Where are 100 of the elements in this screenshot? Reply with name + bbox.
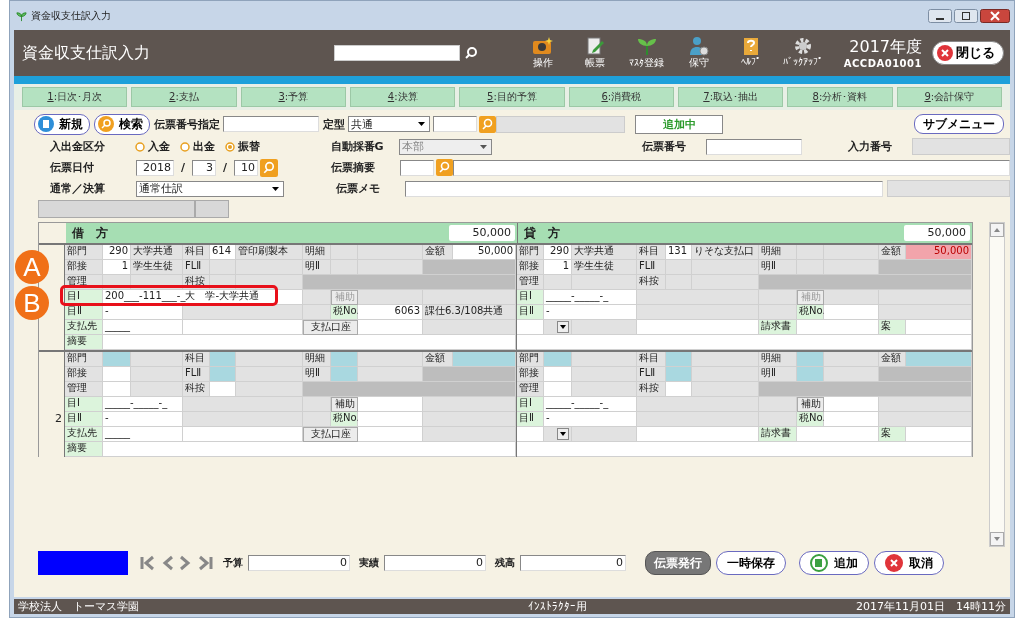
close-icon[interactable]	[980, 9, 1010, 23]
search-icon[interactable]	[463, 46, 478, 60]
grid-button[interactable]: 支払口座	[303, 320, 358, 335]
input-field[interactable]	[358, 320, 423, 335]
input-field[interactable]	[183, 320, 303, 335]
input-field[interactable]	[544, 352, 572, 367]
input-field[interactable]	[637, 320, 759, 335]
input-field[interactable]	[906, 320, 972, 335]
summary-code-field[interactable]	[400, 159, 435, 176]
scroll-up-icon[interactable]	[990, 223, 1004, 237]
template-code-field[interactable]	[433, 116, 477, 132]
search-icon[interactable]	[436, 159, 454, 176]
input-field[interactable]	[666, 352, 692, 367]
dropdown-button[interactable]	[544, 320, 572, 335]
input-field[interactable]: 1	[544, 260, 572, 275]
radio-option[interactable]: 振替	[225, 139, 260, 154]
input-field[interactable]	[666, 382, 692, 397]
menu-tab[interactable]: 4:決算	[350, 87, 456, 107]
menu-tab[interactable]: 7:取込･抽出	[677, 87, 784, 107]
input-field[interactable]: 290	[544, 245, 572, 260]
input-field[interactable]	[517, 442, 972, 457]
person-gear-icon[interactable]	[688, 36, 709, 56]
input-field[interactable]	[358, 412, 423, 427]
sprout-icon[interactable]	[635, 36, 658, 56]
submenu-button[interactable]: サブメニュー	[914, 114, 1004, 134]
cancel-button[interactable]: 取消	[874, 551, 944, 575]
input-field[interactable]	[666, 367, 692, 382]
input-field[interactable]	[453, 352, 516, 367]
close-button[interactable]: 閉じる	[932, 41, 1004, 65]
memo-field[interactable]	[405, 180, 883, 197]
input-field[interactable]	[906, 352, 972, 367]
menu-tab[interactable]: 1:日次･月次	[22, 87, 128, 107]
issue-button[interactable]: 伝票発行	[645, 551, 711, 575]
day-field[interactable]: 10	[234, 159, 259, 176]
voucher-number-field[interactable]	[705, 138, 802, 155]
input-field[interactable]	[210, 382, 236, 397]
input-field[interactable]	[210, 352, 236, 367]
input-field[interactable]: -	[103, 412, 183, 427]
radio-option[interactable]: 出金	[180, 139, 215, 154]
gear-icon[interactable]	[792, 36, 813, 56]
input-field[interactable]	[358, 427, 423, 442]
input-field[interactable]	[517, 335, 972, 350]
input-field[interactable]	[331, 352, 358, 367]
menu-tab[interactable]: 9:会計保守	[896, 87, 1002, 107]
input-field[interactable]	[824, 412, 879, 427]
previous-icon[interactable]	[162, 555, 174, 571]
input-field[interactable]	[824, 397, 879, 412]
input-field[interactable]	[544, 382, 572, 397]
maximize-icon[interactable]	[954, 9, 978, 23]
input-field[interactable]	[797, 352, 824, 367]
input-field[interactable]	[183, 427, 303, 442]
grid-button[interactable]: 補助	[797, 397, 824, 412]
input-field[interactable]	[210, 367, 236, 382]
input-field[interactable]	[797, 367, 824, 382]
year-field[interactable]: 2018	[136, 159, 174, 176]
voucher-number-field[interactable]	[223, 116, 319, 132]
input-field[interactable]	[517, 427, 544, 442]
dropdown-button[interactable]	[544, 427, 572, 442]
last-page-icon[interactable]	[196, 555, 214, 571]
summary-field[interactable]	[453, 159, 1010, 176]
notepad-icon[interactable]	[584, 36, 605, 56]
month-field[interactable]: 3	[192, 159, 217, 176]
input-field[interactable]	[797, 427, 879, 442]
input-field[interactable]: _____-_____-_	[103, 397, 183, 412]
camera-icon[interactable]	[531, 36, 554, 56]
input-field[interactable]	[103, 442, 516, 457]
input-field[interactable]	[906, 427, 972, 442]
menu-tab[interactable]: 3:予算	[240, 87, 346, 107]
radio-option[interactable]: 入金	[135, 139, 170, 154]
search-button[interactable]: 検索	[94, 113, 150, 135]
grid-button[interactable]: 支払口座	[303, 427, 358, 442]
input-field[interactable]	[517, 320, 544, 335]
input-field[interactable]: _____-_____-_	[544, 397, 637, 412]
minimize-icon[interactable]	[928, 9, 952, 23]
input-field[interactable]	[103, 335, 516, 350]
input-field[interactable]: 614	[210, 245, 236, 260]
first-page-icon[interactable]	[139, 555, 157, 571]
input-field[interactable]: 290	[103, 245, 131, 260]
input-field[interactable]: _____	[103, 320, 183, 335]
input-field[interactable]: 131	[666, 245, 692, 260]
grid-button[interactable]: 補助	[331, 397, 358, 412]
input-field[interactable]	[797, 320, 879, 335]
input-field[interactable]	[103, 352, 131, 367]
input-field[interactable]: 6063	[358, 305, 423, 320]
new-button[interactable]: 新規	[34, 113, 90, 135]
input-field[interactable]: -	[544, 412, 637, 427]
menu-tab[interactable]: 2:支払	[131, 87, 237, 107]
save-draft-button[interactable]: 一時保存	[716, 551, 786, 575]
input-field[interactable]	[824, 305, 879, 320]
input-field[interactable]	[103, 367, 131, 382]
input-field[interactable]: 1	[103, 260, 131, 275]
input-field[interactable]	[544, 367, 572, 382]
template-select[interactable]: 共通	[348, 116, 430, 132]
menu-tab[interactable]: 8:分析･資料	[787, 87, 893, 107]
scroll-down-icon[interactable]	[990, 532, 1004, 546]
entry-type-select[interactable]: 通常仕訳	[136, 180, 284, 197]
input-field[interactable]	[637, 427, 759, 442]
menu-tab[interactable]: 6:消費税	[568, 87, 674, 107]
search-field[interactable]	[333, 45, 460, 61]
input-field[interactable]: -	[544, 305, 637, 320]
